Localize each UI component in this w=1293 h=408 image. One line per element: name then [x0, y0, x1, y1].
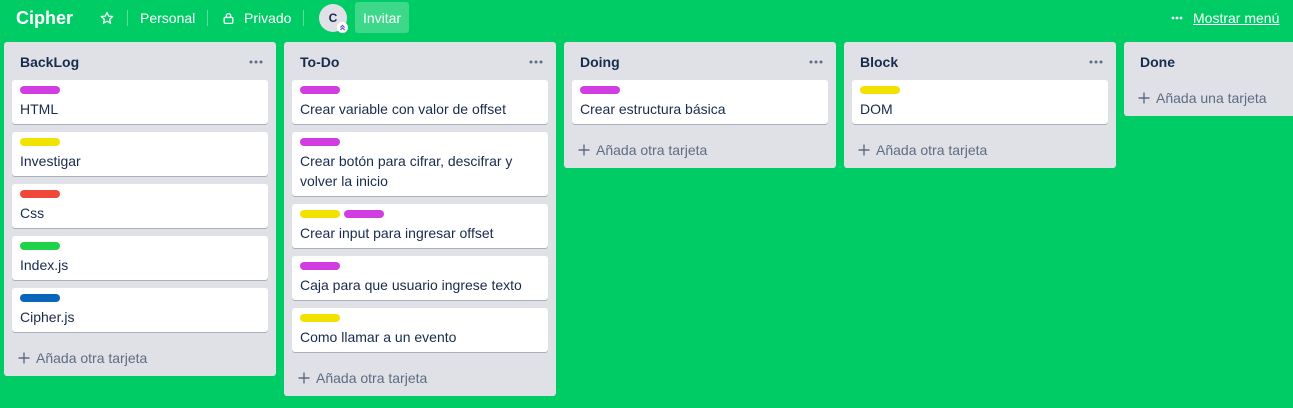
add-card-button[interactable]: Añada otra tarjeta	[12, 344, 268, 372]
plus-icon	[576, 142, 592, 158]
plus-icon	[856, 142, 872, 158]
add-card-label: Añada otra tarjeta	[596, 142, 708, 158]
card-title: Caja para que usuario ingrese texto	[300, 277, 522, 293]
card-labels	[580, 86, 620, 94]
list-menu-icon[interactable]	[528, 56, 544, 68]
card[interactable]: Crear variable con valor de offset	[292, 80, 548, 124]
add-card-label: Añada otra tarjeta	[36, 350, 148, 366]
label-purple[interactable]	[300, 262, 340, 270]
card-labels	[20, 242, 60, 250]
add-card-button[interactable]: Añada otra tarjeta	[572, 136, 828, 164]
list-menu-icon[interactable]	[248, 56, 264, 68]
label-yellow[interactable]	[300, 314, 340, 322]
label-purple[interactable]	[20, 86, 60, 94]
board-title[interactable]: Cipher	[16, 6, 73, 30]
card-labels	[20, 190, 60, 198]
star-icon	[100, 11, 114, 25]
card-title: Index.js	[20, 257, 69, 273]
lock-icon	[222, 12, 235, 25]
card-title: Crear botón para cifrar, descifrar y vol…	[300, 153, 513, 189]
card-title: Como llamar a un evento	[300, 329, 457, 345]
card[interactable]: DOM	[852, 80, 1108, 124]
label-blue[interactable]	[20, 294, 60, 302]
label-yellow[interactable]	[860, 86, 900, 94]
list-menu-icon[interactable]	[808, 56, 824, 68]
card[interactable]: HTML	[12, 80, 268, 124]
plus-icon	[296, 370, 312, 386]
header-divider	[303, 10, 304, 26]
label-yellow[interactable]	[20, 138, 60, 146]
invite-button[interactable]: Invitar	[355, 2, 409, 33]
visibility-button[interactable]: Privado	[222, 4, 291, 32]
card-labels	[20, 86, 60, 94]
card-labels	[300, 210, 384, 218]
list-title[interactable]: Done	[1140, 54, 1175, 70]
label-purple[interactable]	[300, 138, 340, 146]
card-labels	[20, 138, 60, 146]
add-card-label: Añada una tarjeta	[1156, 90, 1267, 106]
list-done: Done Añada una tarjeta	[1124, 42, 1293, 116]
list-block: Block DOM Añada otra tarjeta	[844, 42, 1116, 168]
card[interactable]: Como llamar a un evento	[292, 308, 548, 352]
plus-icon	[16, 350, 32, 366]
list-backlog: BackLog HTML Investigar Css Index.js Cip…	[4, 42, 276, 376]
card-title: Crear estructura básica	[580, 101, 726, 117]
list-title[interactable]: Block	[860, 54, 898, 70]
team-label: Personal	[140, 10, 196, 26]
avatar-initial: C	[328, 11, 338, 25]
card-title: Investigar	[20, 153, 81, 169]
admin-chevron-icon	[337, 22, 348, 33]
card[interactable]: Crear input para ingresar offset	[292, 204, 548, 248]
add-card-label: Añada otra tarjeta	[316, 370, 428, 386]
add-card-button[interactable]: Añada otra tarjeta	[852, 136, 1108, 164]
label-purple[interactable]	[300, 86, 340, 94]
card-title: Crear variable con valor de offset	[300, 101, 506, 117]
list-to-do: To-Do Crear variable con valor de offset…	[284, 42, 556, 396]
label-yellow[interactable]	[300, 210, 340, 218]
header-divider	[127, 10, 128, 26]
team-button[interactable]: Personal	[140, 4, 195, 32]
list-title[interactable]: Doing	[580, 54, 620, 70]
list-menu-icon[interactable]	[1088, 56, 1104, 68]
add-card-label: Añada otra tarjeta	[876, 142, 988, 158]
list-title[interactable]: BackLog	[20, 54, 79, 70]
visibility-label: Privado	[244, 10, 292, 26]
add-card-button[interactable]: Añada otra tarjeta	[292, 364, 548, 392]
card-title: Css	[20, 205, 45, 221]
list-doing: Doing Crear estructura básica Añada otra…	[564, 42, 836, 168]
card-labels	[300, 262, 340, 270]
board-header: Cipher Personal Privado C Invitar Mostra…	[0, 0, 1293, 36]
card[interactable]: Index.js	[12, 236, 268, 280]
card[interactable]: Crear estructura básica	[572, 80, 828, 124]
star-button[interactable]	[98, 4, 116, 32]
card[interactable]: Css	[12, 184, 268, 228]
label-purple[interactable]	[344, 210, 384, 218]
ellipsis-icon[interactable]	[1169, 8, 1185, 28]
card-labels	[20, 294, 60, 302]
card-title: DOM	[860, 101, 893, 117]
avatar[interactable]: C	[319, 4, 348, 33]
label-purple[interactable]	[580, 86, 620, 94]
label-green[interactable]	[20, 242, 60, 250]
card[interactable]: Investigar	[12, 132, 268, 176]
label-red[interactable]	[20, 190, 60, 198]
card-title: Crear input para ingresar offset	[300, 225, 494, 241]
card-title: Cipher.js	[20, 309, 75, 325]
card-labels	[860, 86, 900, 94]
show-menu-link[interactable]: Mostrar menú	[1193, 9, 1279, 27]
card-labels	[300, 314, 340, 322]
card-title: HTML	[20, 101, 59, 117]
card[interactable]: Caja para que usuario ingrese texto	[292, 256, 548, 300]
header-divider	[207, 10, 208, 26]
card-labels	[300, 138, 340, 146]
card-labels	[300, 86, 340, 94]
add-card-button[interactable]: Añada una tarjeta	[1132, 84, 1287, 112]
card[interactable]: Cipher.js	[12, 288, 268, 332]
list-title[interactable]: To-Do	[300, 54, 339, 70]
plus-icon	[1136, 90, 1152, 106]
card[interactable]: Crear botón para cifrar, descifrar y vol…	[292, 132, 548, 196]
